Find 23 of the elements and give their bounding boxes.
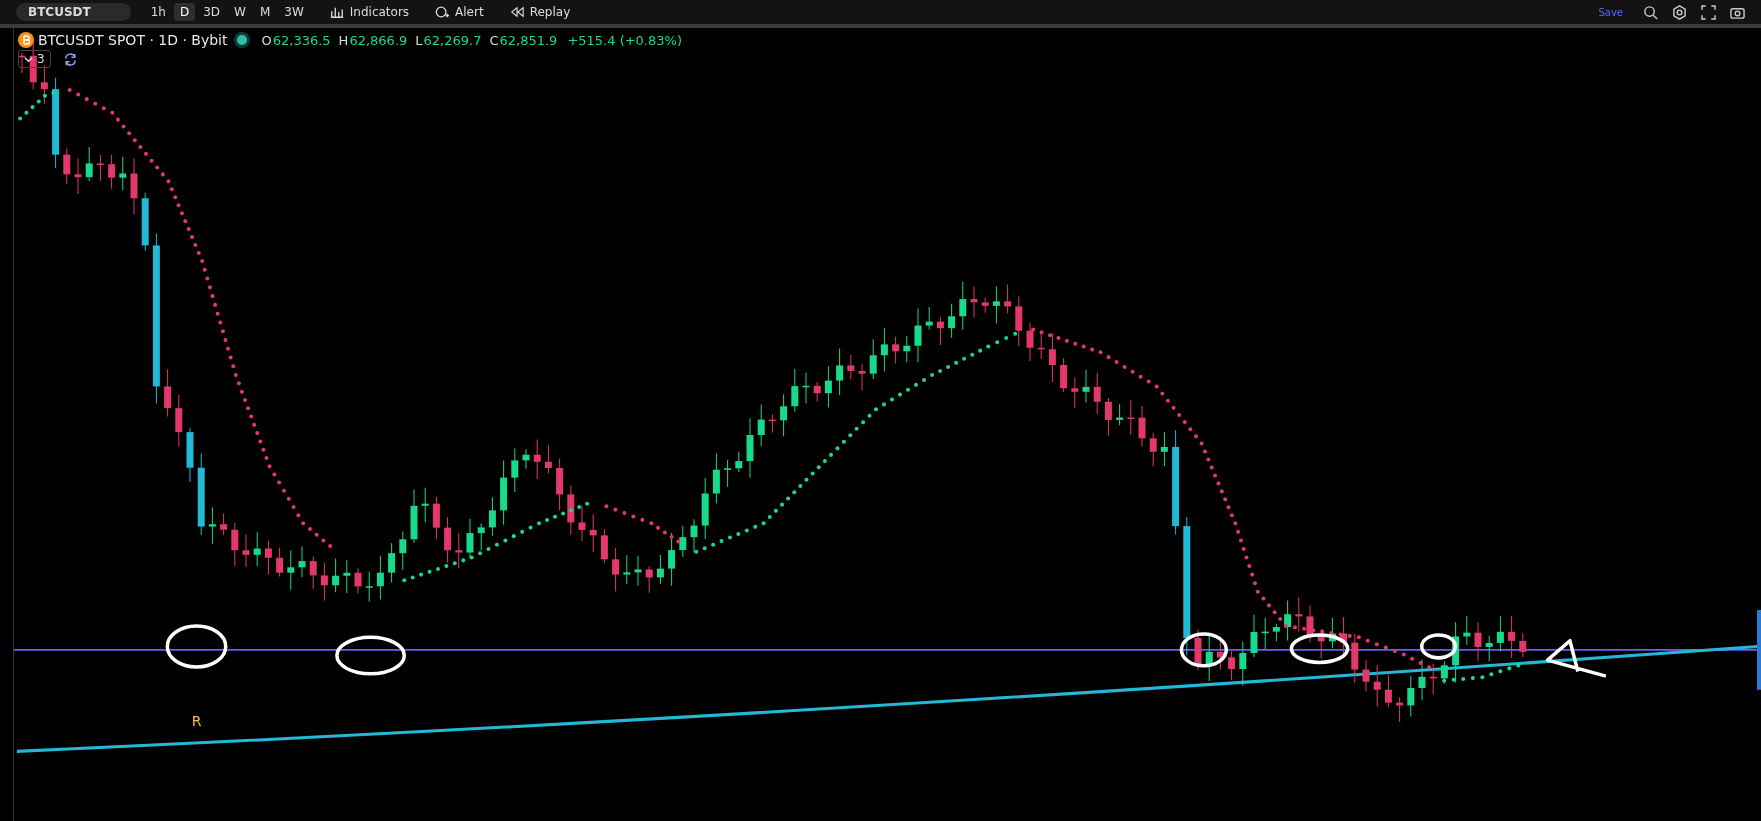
indicators-button[interactable]: Indicators	[323, 3, 416, 21]
symbol-title[interactable]: BTCUSDT SPOT · 1D · Bybit	[38, 32, 228, 48]
ohlc-label: O	[261, 32, 272, 48]
signal-label: R	[191, 713, 202, 730]
ohlc-label: H	[338, 32, 349, 48]
alert-button[interactable]: Alert	[429, 3, 490, 21]
symbol-search-button[interactable]: BTCUSDT	[16, 3, 131, 21]
ohlc-value: 62,269.7	[423, 32, 482, 48]
ohlc-label: C	[489, 32, 499, 48]
save-button[interactable]: Save	[1592, 4, 1629, 20]
timeframe-button[interactable]: 3W	[278, 3, 310, 21]
timeframe-button[interactable]: M	[253, 3, 277, 21]
ohlc-label: L	[415, 32, 423, 48]
replay-button[interactable]: Replay	[503, 3, 577, 21]
price-change: +515.4 (+0.83%)	[567, 32, 682, 48]
indicators-toggle-button[interactable]: 3	[18, 50, 51, 68]
timeframe-button[interactable]: 1h	[144, 3, 172, 21]
ohlc-value: 62,866.9	[349, 32, 408, 48]
ohlc-value: 62,336.5	[272, 32, 331, 48]
timeframe-button[interactable]: W	[228, 3, 252, 21]
ohlc-value: 62,851.9	[499, 32, 558, 48]
timeframe-button[interactable]: 3D	[197, 3, 227, 21]
timeframe-button[interactable]: D	[173, 3, 196, 21]
